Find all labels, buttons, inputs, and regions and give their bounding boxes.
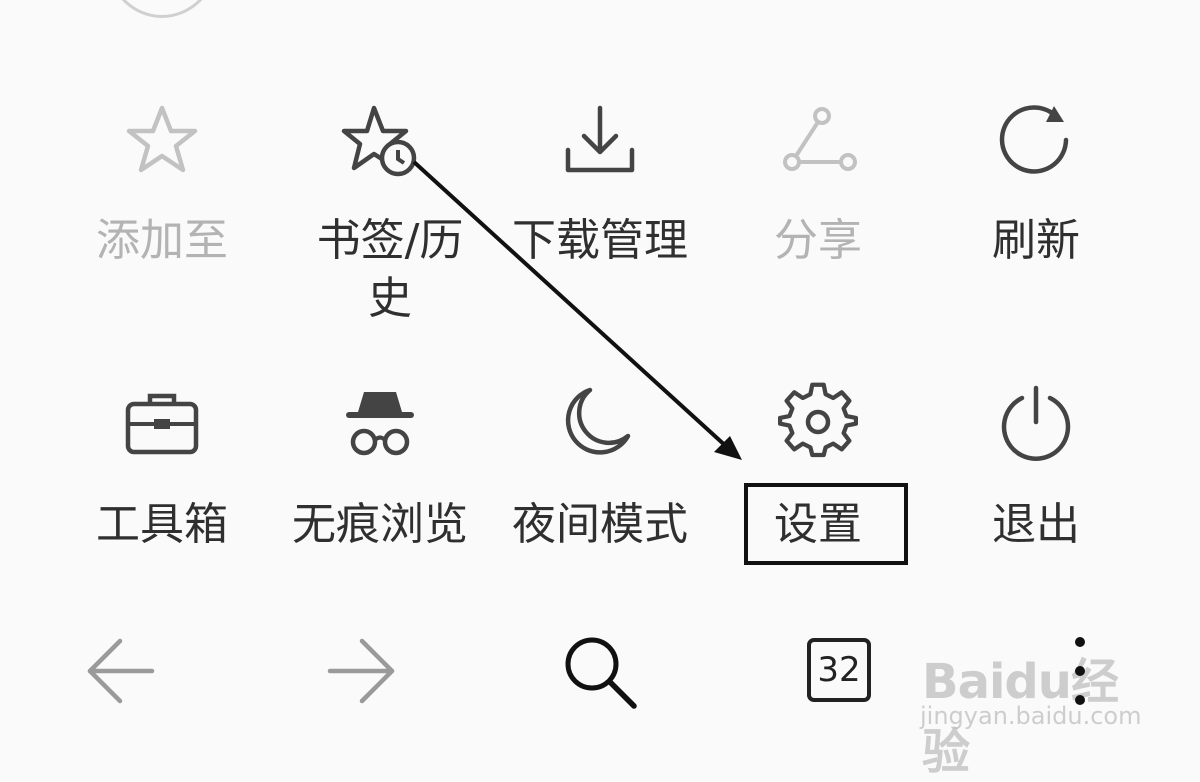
- search-icon[interactable]: [560, 632, 640, 712]
- tab-count-button[interactable]: 32: [807, 638, 871, 702]
- arrow-right-icon[interactable]: [324, 636, 398, 706]
- annotation-highlight-box: [744, 483, 908, 565]
- more-vertical-icon[interactable]: [1074, 636, 1086, 706]
- arrow-left-icon[interactable]: [84, 636, 158, 706]
- baidu-jingyan-watermark: Baidu经验 jingyan.baidu.com: [918, 620, 1148, 780]
- watermark-url: jingyan.baidu.com: [920, 702, 1142, 730]
